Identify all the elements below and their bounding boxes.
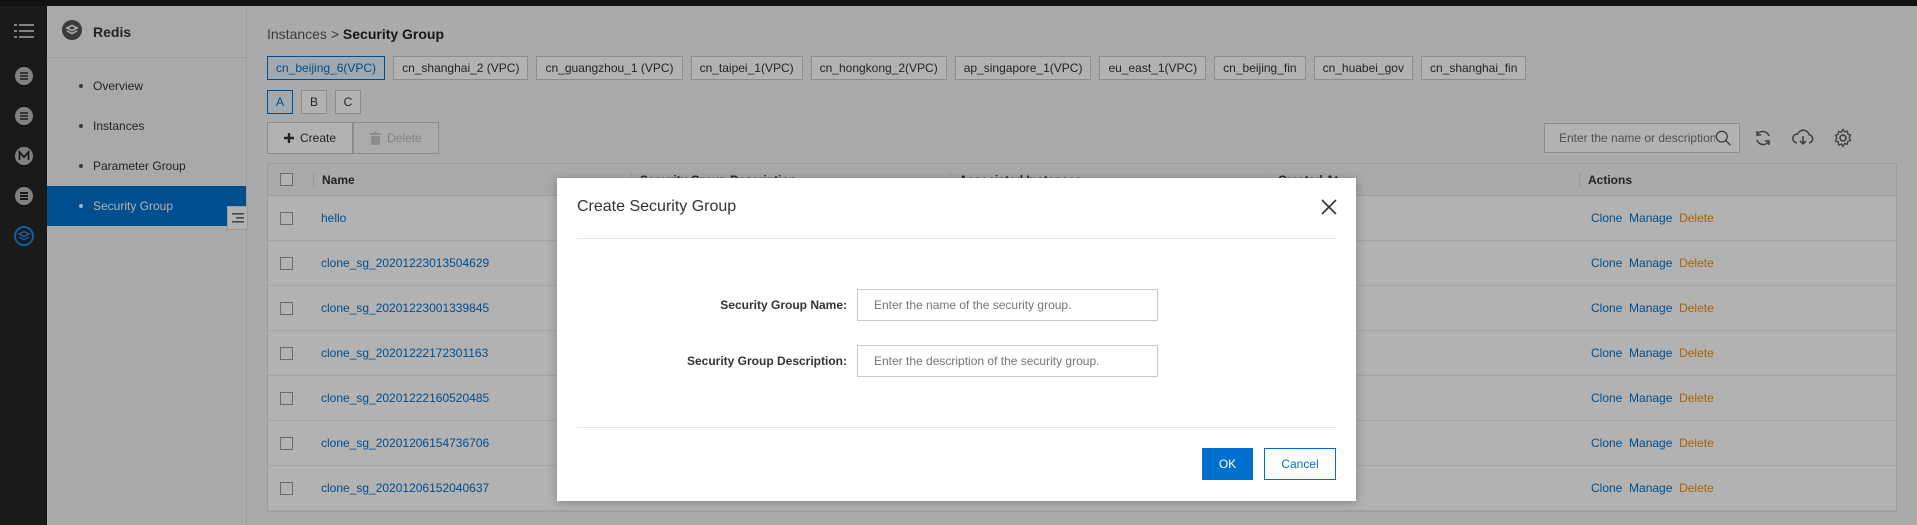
dialog-title: Create Security Group <box>577 198 737 215</box>
security-group-name-input[interactable] <box>857 289 1158 321</box>
security-group-description-label: Security Group Description: <box>686 354 847 368</box>
name-row: Security Group Name: <box>557 289 1356 321</box>
cancel-button[interactable]: Cancel <box>1264 448 1336 480</box>
create-security-group-dialog: Create Security Group Security Group Nam… <box>557 178 1356 501</box>
ok-button[interactable]: OK <box>1202 448 1253 480</box>
description-row: Security Group Description: <box>557 345 1356 377</box>
security-group-name-label: Security Group Name: <box>720 298 847 312</box>
divider <box>577 238 1336 239</box>
security-group-description-input[interactable] <box>857 345 1158 377</box>
close-icon[interactable] <box>1318 196 1340 218</box>
divider <box>577 427 1336 428</box>
